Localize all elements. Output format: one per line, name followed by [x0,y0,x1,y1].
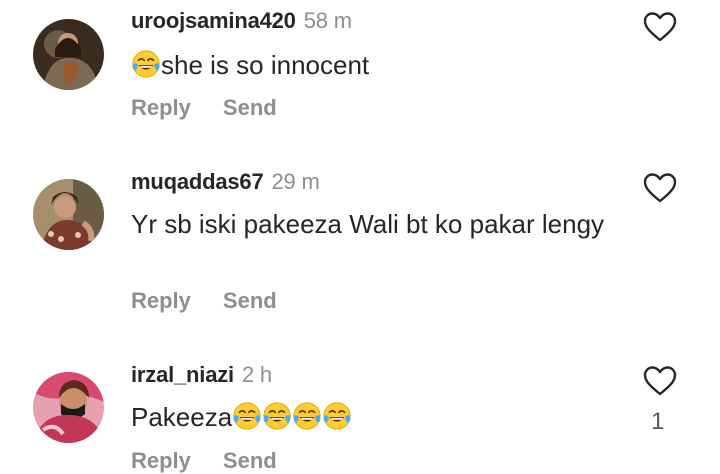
avatar[interactable] [33,179,104,250]
reply-button[interactable]: Reply [131,95,191,120]
comment-item: irzal_niazi 2 h Pakeeza Reply Send 1 [0,353,720,473]
send-button[interactable]: Send [223,448,277,473]
comment-text-content: Yr sb iski pakeeza Wali bt ko pakar leng… [131,209,605,239]
avatar[interactable] [33,19,104,90]
username-text[interactable]: uroojsamina420 [131,8,296,33]
face-with-tears-of-joy-icon [232,401,262,431]
face-with-tears-of-joy-icon [131,49,161,79]
username-text[interactable]: muqaddas67 [131,169,264,194]
heart-outline-icon[interactable] [642,172,678,204]
face-with-tears-of-joy-icon [292,401,322,431]
comment-username[interactable]: irzal_niazi 2 h [131,362,272,388]
send-button[interactable]: Send [223,95,277,120]
comment-text: Pakeeza [131,401,651,434]
comment-item: muqaddas67 29 m Yr sb iski pakeeza Wali b… [0,160,720,320]
comment-text: Yr sb iski pakeeza Wali bt ko pakar leng… [131,208,651,241]
comment-actions: Reply Send [131,288,277,314]
comment-text: she is so innocent [131,49,651,82]
heart-outline-icon[interactable] [642,11,678,43]
avatar[interactable] [33,372,104,443]
comment-username[interactable]: uroojsamina420 58 m [131,8,352,34]
comment-timestamp: 2 h [241,362,272,387]
like-count[interactable]: 1 [651,408,664,436]
heart-outline-icon[interactable] [642,365,678,397]
reply-button[interactable]: Reply [131,448,191,473]
comment-timestamp: 58 m [303,8,352,33]
face-with-tears-of-joy-icon [322,401,352,431]
comment-timestamp: 29 m [271,169,320,194]
face-with-tears-of-joy-icon [262,401,292,431]
username-text[interactable]: irzal_niazi [131,362,234,387]
comment-text-content: she is so innocent [161,50,370,80]
comment-actions: Reply Send [131,95,277,121]
comment-item: uroojsamina420 58 m she is so innocent Re… [0,0,720,150]
send-button[interactable]: Send [223,288,277,313]
comment-actions: Reply Send [131,448,277,474]
reply-button[interactable]: Reply [131,288,191,313]
comment-username[interactable]: muqaddas67 29 m [131,169,320,195]
comment-text-content: Pakeeza [131,402,233,432]
